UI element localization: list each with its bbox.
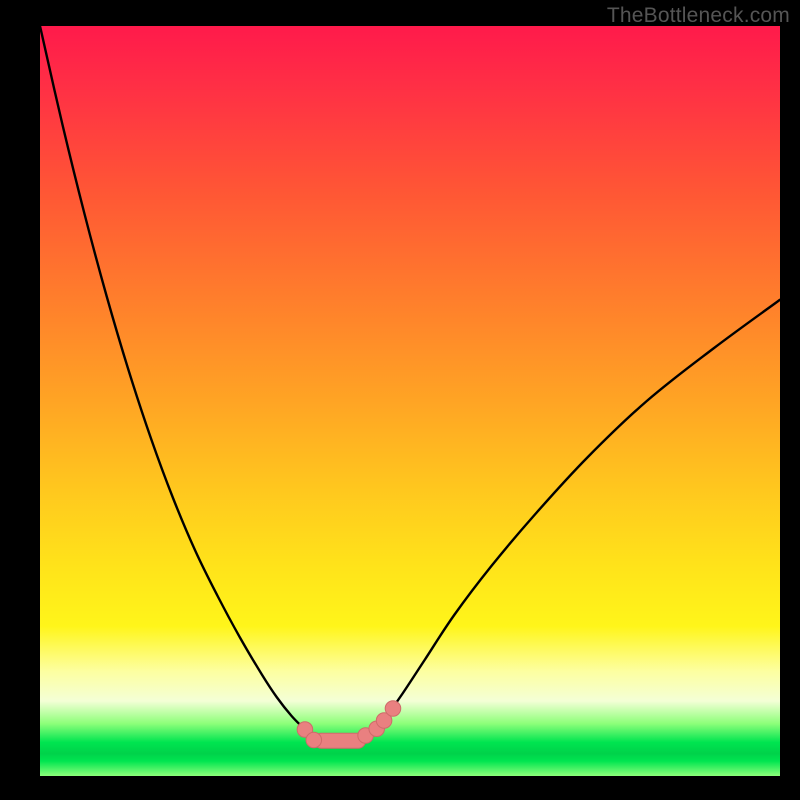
chart-curve <box>40 26 780 742</box>
watermark-text: TheBottleneck.com <box>607 4 790 28</box>
series-curve-left <box>40 26 305 730</box>
marker-dot <box>306 732 322 748</box>
chart-frame: TheBottleneck.com <box>0 0 800 800</box>
chart-svg <box>40 26 780 776</box>
series-curve-right <box>377 300 780 729</box>
marker-dot <box>385 701 401 717</box>
chart-plot-area <box>40 26 780 776</box>
